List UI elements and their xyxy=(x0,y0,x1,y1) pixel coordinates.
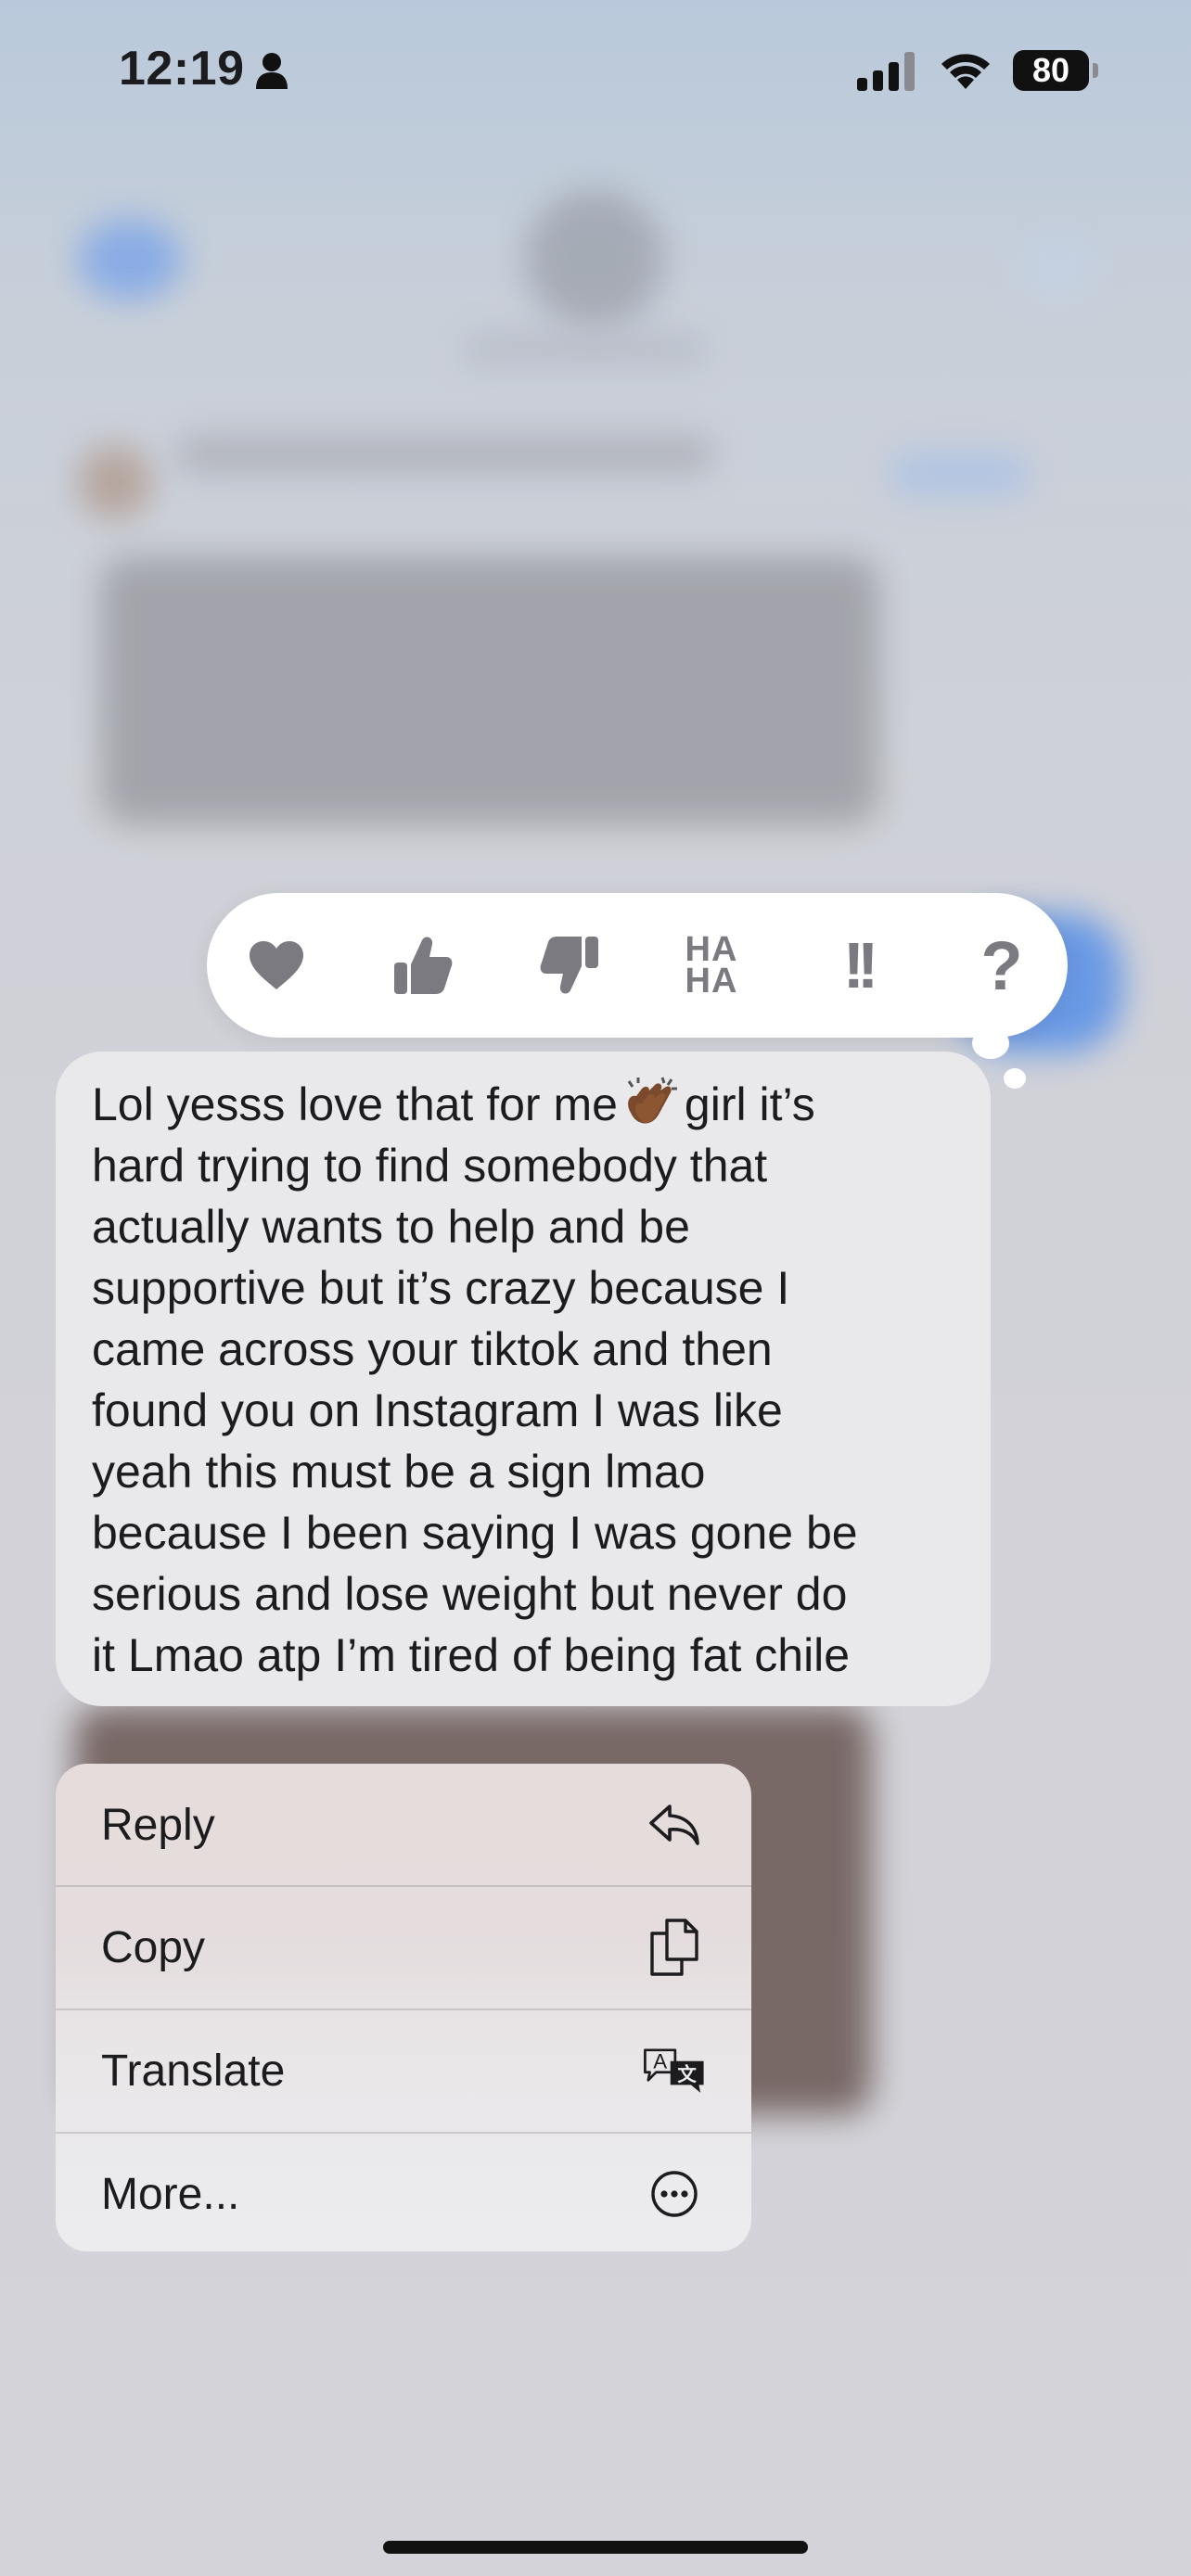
heart-reaction-button[interactable] xyxy=(225,893,327,1038)
menu-item-translate[interactable]: Translate A 文 xyxy=(56,2009,751,2132)
message-bubble[interactable]: Lol yesss love that for me girl it’s har… xyxy=(56,1052,991,1706)
svg-text:A: A xyxy=(653,2049,667,2072)
message-line: Lol yesss love that for me girl it’s xyxy=(92,1074,957,1135)
menu-item-label: Translate xyxy=(101,2046,286,2096)
message-line: because I been saying I was gone be xyxy=(92,1507,858,1559)
menu-item-copy[interactable]: Copy xyxy=(56,1886,751,2009)
menu-item-label: Copy xyxy=(101,1922,206,1972)
question-icon: ? xyxy=(980,926,1023,1004)
thumbs-up-reaction-button[interactable] xyxy=(372,893,474,1038)
menu-item-label: Reply xyxy=(101,1800,215,1850)
question-reaction-button[interactable]: ? xyxy=(951,893,1053,1038)
message-line: came across your tiktok and then xyxy=(92,1323,773,1375)
thumbs-down-reaction-button[interactable] xyxy=(519,893,621,1038)
haha-icon: HA HA xyxy=(685,930,738,1001)
status-time: 12:19 xyxy=(119,42,245,96)
message-line: actually wants to help and be xyxy=(92,1201,690,1253)
thumbs-down-icon xyxy=(540,937,598,994)
clapping-hands-emoji xyxy=(627,1077,677,1124)
person-icon xyxy=(256,53,288,89)
message-line: hard trying to find somebody that xyxy=(92,1140,768,1192)
signal-icon xyxy=(857,52,915,91)
emphasize-reaction-button[interactable]: !! xyxy=(806,893,908,1038)
status-bar: 12:19 80 xyxy=(0,0,1191,139)
menu-item-label: More... xyxy=(101,2169,240,2219)
exclamation-icon: !! xyxy=(842,929,879,1001)
context-menu: Reply Copy Translate A 文 More... xyxy=(56,1764,751,2251)
message-line: serious and lose weight but never do xyxy=(92,1568,848,1620)
more-icon xyxy=(642,2162,707,2226)
reply-icon xyxy=(642,1792,707,1857)
message-line: supportive but it’s crazy because I xyxy=(92,1262,790,1314)
message-line: yeah this must be a sign lmao xyxy=(92,1446,706,1498)
battery-level: 80 xyxy=(1013,50,1089,91)
menu-item-more[interactable]: More... xyxy=(56,2133,751,2251)
home-indicator[interactable] xyxy=(383,2541,808,2554)
wifi-icon xyxy=(941,54,990,89)
translate-icon: A 文 xyxy=(642,2038,707,2103)
battery-icon: 80 xyxy=(1013,50,1098,91)
message-line: found you on Instagram I was like xyxy=(92,1384,783,1436)
menu-item-reply[interactable]: Reply xyxy=(56,1764,751,1886)
message-line: it Lmao atp I’m tired of being fat chile xyxy=(92,1629,851,1681)
thumbs-up-icon xyxy=(394,937,453,994)
heart-icon xyxy=(250,941,303,989)
copy-icon xyxy=(642,1915,707,1980)
haha-reaction-button[interactable]: HA HA xyxy=(660,893,762,1038)
svg-text:文: 文 xyxy=(677,2063,697,2085)
tapback-tail-small xyxy=(1004,1068,1026,1089)
tapback-options: HA HA !! ? xyxy=(207,893,1068,1038)
